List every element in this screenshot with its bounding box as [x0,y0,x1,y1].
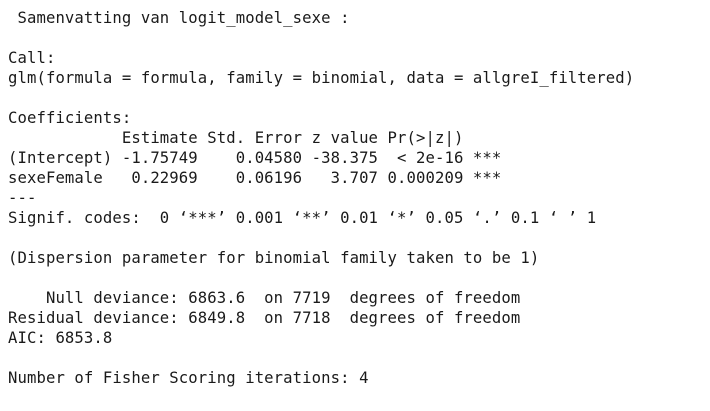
call-header: Call: [8,49,56,67]
coef-table-header: Estimate Std. Error z value Pr(>|z|) [8,129,502,147]
fisher-iterations: Number of Fisher Scoring iterations: 4 [8,369,369,387]
r-console-output: Samenvatting van logit_model_sexe : Call… [0,0,710,411]
coef-row-intercept: (Intercept) -1.75749 0.04580 -38.375 < 2… [8,149,502,167]
dispersion-note: (Dispersion parameter for binomial famil… [8,249,540,267]
summary-title: Samenvatting van logit_model_sexe : [8,9,350,27]
aic: AIC: 6853.8 [8,329,113,347]
coef-row-sexefemale: sexeFemale 0.22969 0.06196 3.707 0.00020… [8,169,502,187]
call-text: glm(formula = formula, family = binomial… [8,69,635,87]
coefficients-header: Coefficients: [8,109,132,127]
signif-codes: Signif. codes: 0 ‘***’ 0.001 ‘**’ 0.01 ‘… [8,209,597,227]
separator: --- [8,189,37,207]
residual-deviance: Residual deviance: 6849.8 on 7718 degree… [8,309,521,327]
null-deviance: Null deviance: 6863.6 on 7719 degrees of… [8,289,521,307]
